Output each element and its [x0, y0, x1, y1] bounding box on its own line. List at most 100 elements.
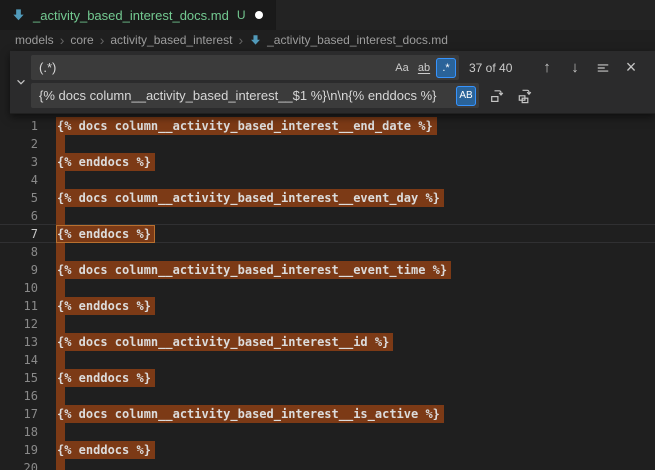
- whole-word-toggle[interactable]: ab: [414, 58, 434, 78]
- find-match: {% docs column__activity_based_interest_…: [56, 261, 451, 279]
- replace-value-text[interactable]: {% docs column__activity_based_interest_…: [39, 88, 454, 103]
- line-content[interactable]: [56, 207, 65, 225]
- find-match: {% docs column__activity_based_interest_…: [56, 333, 393, 351]
- line-number: 2: [0, 135, 38, 153]
- vscode-window: _activity_based_interest_docs.md U model…: [0, 0, 655, 470]
- find-input[interactable]: (.*) Aa ab .*: [31, 55, 459, 80]
- find-match: {% enddocs %}: [56, 297, 155, 315]
- breadcrumb-item-core[interactable]: core: [70, 33, 93, 47]
- tab-bar: _activity_based_interest_docs.md U: [0, 0, 655, 30]
- match-count: 37 of 40: [469, 61, 512, 75]
- editor-line[interactable]: 2: [0, 135, 655, 153]
- line-number: 3: [0, 153, 38, 171]
- editor-line[interactable]: 15 {% enddocs %}: [0, 369, 655, 387]
- match-case-toggle[interactable]: Aa: [392, 58, 412, 78]
- empty-match-highlight: [56, 387, 65, 405]
- editor-line[interactable]: 16: [0, 387, 655, 405]
- breadcrumb-separator: ›: [60, 34, 65, 46]
- tab-filename: _activity_based_interest_docs.md: [33, 8, 229, 23]
- line-content[interactable]: {% enddocs %}: [56, 153, 155, 171]
- line-content[interactable]: [56, 135, 65, 153]
- line-content[interactable]: {% docs column__activity_based_interest_…: [56, 261, 451, 279]
- editor-line[interactable]: 11{% enddocs %}: [0, 297, 655, 315]
- line-content[interactable]: {% enddocs %}: [56, 225, 155, 243]
- line-number: 7: [0, 225, 38, 243]
- line-content[interactable]: [56, 279, 65, 297]
- previous-match-button[interactable]: ↑: [539, 59, 555, 77]
- line-content[interactable]: [56, 351, 65, 369]
- editor-line[interactable]: 12: [0, 315, 655, 333]
- replace-input[interactable]: {% docs column__activity_based_interest_…: [31, 83, 479, 108]
- git-status-badge: U: [237, 8, 246, 22]
- find-match: {% docs column__activity_based_interest_…: [56, 117, 437, 135]
- tab-active[interactable]: _activity_based_interest_docs.md U: [0, 0, 276, 30]
- editor-line[interactable]: 14: [0, 351, 655, 369]
- breadcrumb-file-label: _activity_based_interest_docs.md: [267, 33, 448, 47]
- chevron-down-icon: [15, 76, 27, 88]
- editor-line[interactable]: 13 {% docs column__activity_based_interes…: [0, 333, 655, 351]
- breadcrumb-item-file[interactable]: _activity_based_interest_docs.md: [249, 33, 448, 47]
- line-content[interactable]: [56, 423, 65, 441]
- empty-match-highlight: [56, 171, 65, 189]
- line-number: 10: [0, 279, 38, 297]
- line-content[interactable]: [56, 171, 65, 189]
- editor-line[interactable]: 19{% enddocs %}: [0, 441, 655, 459]
- editor-line[interactable]: 4: [0, 171, 655, 189]
- line-content[interactable]: {% enddocs %}: [56, 441, 155, 459]
- editor-line[interactable]: 17 {% docs column__activity_based_interes…: [0, 405, 655, 423]
- editor-line[interactable]: 1 {% docs column__activity_based_interest…: [0, 117, 655, 135]
- next-match-button[interactable]: ↓: [567, 59, 583, 77]
- current-find-match: {% enddocs %}: [56, 225, 155, 243]
- line-content[interactable]: {% docs column__activity_based_interest_…: [56, 405, 444, 423]
- editor-line[interactable]: 7 {% enddocs %}: [0, 225, 655, 243]
- find-query-text[interactable]: (.*): [39, 60, 390, 75]
- line-content[interactable]: {% enddocs %}: [56, 369, 155, 387]
- editor-line[interactable]: 3 {% enddocs %}: [0, 153, 655, 171]
- line-number: 15: [0, 369, 38, 387]
- line-content[interactable]: {% enddocs %}: [56, 297, 155, 315]
- empty-match-highlight: [56, 279, 65, 297]
- breadcrumb-separator: ›: [100, 34, 105, 46]
- editor-line[interactable]: 20: [0, 459, 655, 470]
- editor-line[interactable]: 18: [0, 423, 655, 441]
- regex-toggle[interactable]: .*: [436, 58, 456, 78]
- replace-icon: [489, 88, 505, 104]
- find-in-selection-button[interactable]: [595, 59, 611, 77]
- preserve-case-toggle[interactable]: AB: [456, 86, 476, 106]
- line-content[interactable]: [56, 315, 65, 333]
- breadcrumb-item-models[interactable]: models: [15, 33, 54, 47]
- find-match: {% docs column__activity_based_interest_…: [56, 189, 444, 207]
- line-content[interactable]: {% docs column__activity_based_interest_…: [56, 117, 437, 135]
- line-number: 4: [0, 171, 38, 189]
- find-in-selection-icon: [596, 61, 610, 75]
- line-number: 1: [0, 117, 38, 135]
- line-number: 13: [0, 333, 38, 351]
- line-number: 12: [0, 315, 38, 333]
- editor-line[interactable]: 9 {% docs column__activity_based_interest…: [0, 261, 655, 279]
- line-content[interactable]: [56, 243, 65, 261]
- editor-line[interactable]: 6: [0, 207, 655, 225]
- find-row: (.*) Aa ab .* 37 of 40 ↑ ↓ ×: [31, 55, 647, 80]
- editor-line[interactable]: 5{% docs column__activity_based_interest…: [0, 189, 655, 207]
- empty-match-highlight: [56, 243, 65, 261]
- line-content[interactable]: [56, 387, 65, 405]
- line-content[interactable]: {% docs column__activity_based_interest_…: [56, 333, 393, 351]
- markdown-file-icon: [249, 34, 262, 47]
- editor-line[interactable]: 10: [0, 279, 655, 297]
- modified-indicator-dot[interactable]: [255, 11, 263, 19]
- line-number: 18: [0, 423, 38, 441]
- replace-row: {% docs column__activity_based_interest_…: [31, 83, 647, 108]
- line-number: 6: [0, 207, 38, 225]
- line-content[interactable]: [56, 459, 65, 470]
- line-number: 16: [0, 387, 38, 405]
- replace-all-icon: [517, 88, 533, 104]
- breadcrumb-item-activity-based-interest[interactable]: activity_based_interest: [110, 33, 232, 47]
- line-content[interactable]: {% docs column__activity_based_interest_…: [56, 189, 444, 207]
- line-number: 9: [0, 261, 38, 279]
- line-number: 17: [0, 405, 38, 423]
- toggle-replace-chevron[interactable]: [10, 55, 31, 108]
- replace-button[interactable]: [487, 86, 507, 106]
- close-icon[interactable]: ×: [623, 59, 639, 77]
- editor-line[interactable]: 8: [0, 243, 655, 261]
- replace-all-button[interactable]: [515, 86, 535, 106]
